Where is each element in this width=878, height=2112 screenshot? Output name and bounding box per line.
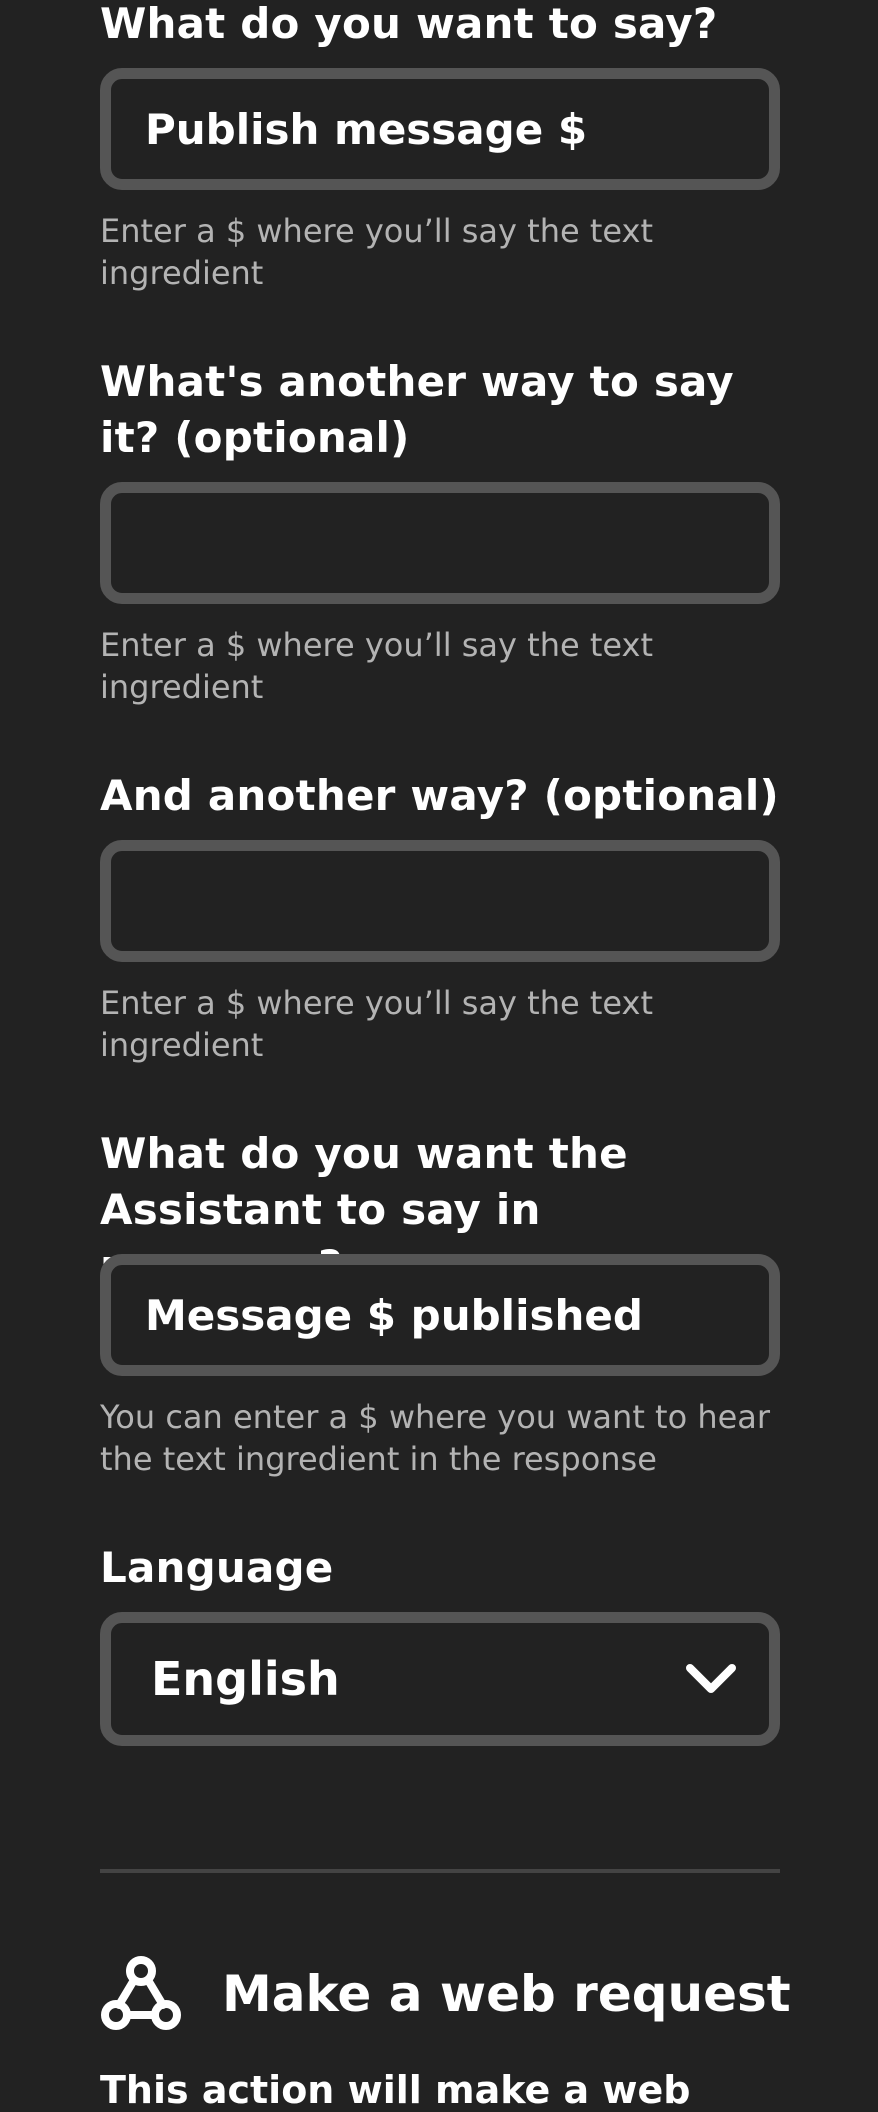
language-selected-value: English xyxy=(151,1652,340,1706)
third-phrase-hint: Enter a $ where you’ll say the text ingr… xyxy=(100,984,653,1064)
action-title: Make a web request xyxy=(222,1965,791,2023)
alt-phrase-label: What's another way to say it? (optional) xyxy=(100,357,734,462)
third-phrase-input[interactable] xyxy=(145,876,735,926)
alt-phrase-input[interactable] xyxy=(145,518,735,568)
phrase-input[interactable] xyxy=(145,104,735,154)
phrase-input-box[interactable] xyxy=(100,68,780,190)
section-divider xyxy=(100,1869,780,1873)
alt-phrase-hint: Enter a $ where you’ll say the text ingr… xyxy=(100,626,653,706)
third-phrase-label: And another way? (optional) xyxy=(100,771,779,820)
phrase-label: What do you want to say? xyxy=(100,0,718,48)
response-hint: You can enter a $ where you want to hear… xyxy=(100,1398,771,1478)
response-input[interactable] xyxy=(145,1290,735,1340)
response-input-box[interactable] xyxy=(100,1254,780,1376)
phrase-hint: Enter a $ where you’ll say the text ingr… xyxy=(100,212,653,292)
third-phrase-input-box[interactable] xyxy=(100,840,780,962)
chevron-down-icon xyxy=(685,1662,737,1696)
web-request-action: Make a web request xyxy=(100,1955,791,2033)
webhooks-icon xyxy=(100,1955,182,2033)
language-select[interactable]: English xyxy=(100,1612,780,1746)
language-label: Language xyxy=(100,1543,334,1592)
alt-phrase-input-box[interactable] xyxy=(100,482,780,604)
action-description: This action will make a web xyxy=(100,2068,691,2112)
